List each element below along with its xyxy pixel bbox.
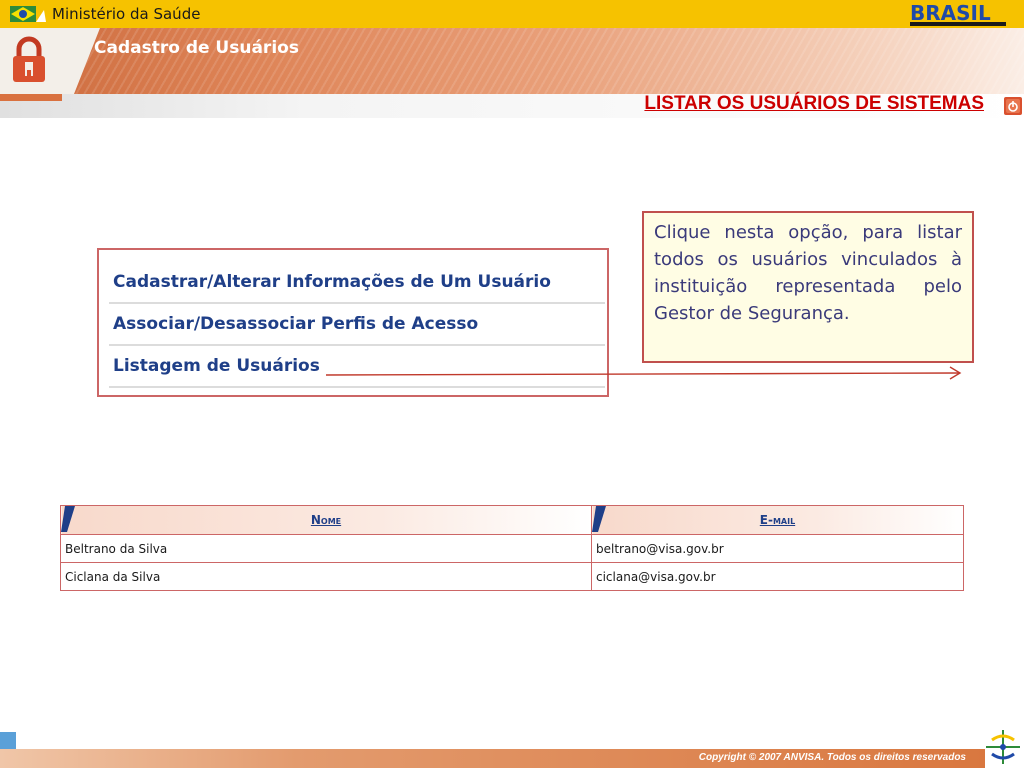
callout-arrow-icon — [325, 366, 962, 380]
users-table: Nome E-mail Beltrano da Silva beltrano@v… — [60, 505, 964, 591]
lock-icon — [13, 36, 45, 82]
menu-item-cadastrar-alterar[interactable]: Cadastrar/Alterar Informações de Um Usuá… — [109, 262, 605, 304]
top-bar: Ministério da Saúde BRASIL — [0, 0, 1024, 29]
menu-item-associar-perfis[interactable]: Associar/Desassociar Perfis de Acesso — [109, 304, 605, 346]
brasil-logo: BRASIL — [908, 1, 1008, 27]
cell-name: Beltrano da Silva — [60, 534, 592, 563]
copyright-text: Copyright © 2007 ANVISA. Todos os direit… — [698, 752, 966, 763]
brasil-logo-text: BRASIL — [910, 1, 991, 25]
table-row: Beltrano da Silva beltrano@visa.gov.br — [60, 534, 964, 563]
column-header-email[interactable]: E-mail — [591, 505, 964, 535]
cell-email: ciclana@visa.gov.br — [591, 562, 964, 591]
cell-name: Ciclana da Silva — [60, 562, 592, 591]
callout-note: Clique nesta opção, para listar todos os… — [642, 211, 974, 363]
power-icon[interactable] — [1004, 97, 1022, 115]
cell-email: beltrano@visa.gov.br — [591, 534, 964, 563]
table-row: Ciclana da Silva ciclana@visa.gov.br — [60, 562, 964, 591]
ministry-flag-icon — [10, 6, 46, 22]
table-header-row: Nome E-mail — [60, 505, 964, 535]
anvisa-logo-icon — [986, 730, 1020, 764]
header-corner-icon — [592, 506, 606, 532]
ministry-name: Ministério da Saúde — [52, 5, 201, 23]
column-header-nome[interactable]: Nome — [60, 505, 592, 535]
section-title: Cadastro de Usuários — [94, 38, 299, 58]
header-corner-icon — [61, 506, 75, 532]
page-title: LISTAR OS USUÁRIOS DE SISTEMAS — [644, 93, 984, 114]
